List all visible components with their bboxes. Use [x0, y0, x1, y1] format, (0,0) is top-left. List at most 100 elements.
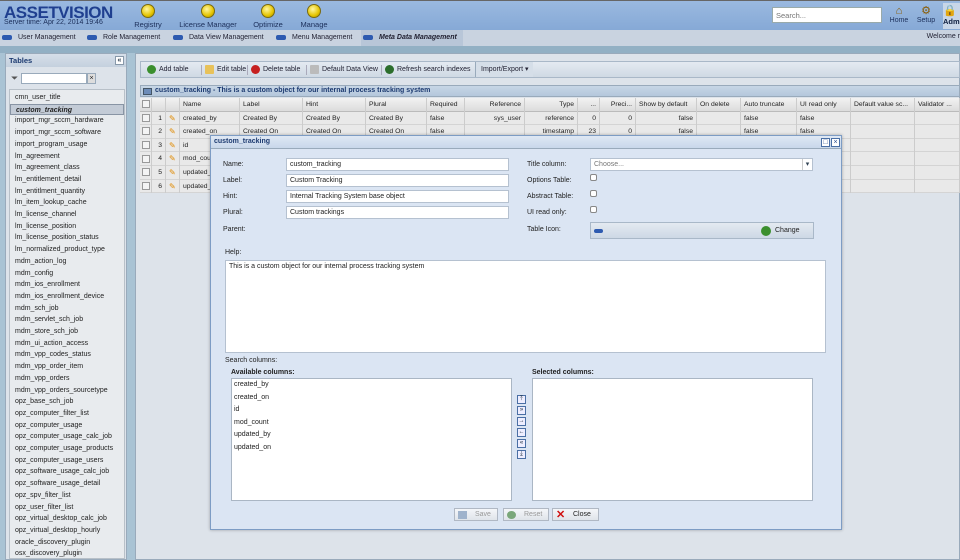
- home-button[interactable]: ⌂ Home: [885, 5, 913, 24]
- column-header[interactable]: Hint: [303, 98, 366, 112]
- move-bottom-icon[interactable]: ⤓: [517, 450, 526, 459]
- table-list-item[interactable]: opz_computer_usage_users: [10, 455, 124, 467]
- table-list-item[interactable]: lm_item_lookup_cache: [10, 197, 124, 209]
- add-table-button[interactable]: Add table: [145, 62, 189, 77]
- table-list-item[interactable]: lm_license_position_status: [10, 232, 124, 244]
- edit-pencil-icon[interactable]: ✎: [169, 141, 176, 150]
- table-list-item[interactable]: opz_software_usage_detail: [10, 478, 124, 490]
- table-list-item[interactable]: osx_discovery_plugin: [10, 548, 124, 558]
- table-list-item[interactable]: mdm_vpp_orders: [10, 373, 124, 385]
- table-list-item[interactable]: import_mgr_sccm_software: [10, 127, 124, 139]
- available-column-item[interactable]: mod_count: [232, 417, 511, 430]
- plural-field[interactable]: Custom trackings: [286, 206, 509, 219]
- table-list-item[interactable]: lm_normalized_product_type: [10, 244, 124, 256]
- table-list-item[interactable]: cmn_user_title: [10, 92, 124, 104]
- move-top-icon[interactable]: ⤒: [517, 395, 526, 404]
- column-header[interactable]: Name: [180, 98, 240, 112]
- nav-registry[interactable]: Registry: [118, 4, 178, 29]
- table-list-item[interactable]: mdm_ios_enrollment: [10, 279, 124, 291]
- title-column-select[interactable]: Choose... ▾: [590, 158, 813, 171]
- table-list-item[interactable]: opz_computer_usage_products: [10, 443, 124, 455]
- tab-menu-management[interactable]: Menu Management: [274, 30, 352, 46]
- table-list-item[interactable]: lm_agreement_class: [10, 162, 124, 174]
- table-list-item[interactable]: opz_spv_filter_list: [10, 490, 124, 502]
- move-all-left-icon[interactable]: «: [517, 439, 526, 448]
- table-list-item[interactable]: opz_software_usage_calc_job: [10, 466, 124, 478]
- table-list-item[interactable]: opz_computer_filter_list: [10, 408, 124, 420]
- nav-license-manager[interactable]: License Manager: [178, 4, 238, 29]
- edit-pencil-icon[interactable]: ✎: [169, 168, 176, 177]
- ui-read-only-checkbox[interactable]: [590, 206, 597, 213]
- hint-field[interactable]: Internal Tracking System base object: [286, 190, 509, 203]
- import-export-menu[interactable]: Import/Export ▾: [475, 62, 534, 77]
- tab-role-management[interactable]: Role Management: [85, 30, 160, 46]
- table-list-item[interactable]: import_mgr_sccm_hardware: [10, 115, 124, 127]
- tab-meta-data-management[interactable]: Meta Data Management: [361, 30, 463, 46]
- edit-table-button[interactable]: Edit table: [203, 62, 246, 77]
- available-column-item[interactable]: id: [232, 404, 511, 417]
- row-checkbox[interactable]: [142, 181, 150, 190]
- table-list-item[interactable]: mdm_vpp_order_item: [10, 361, 124, 373]
- column-header[interactable]: Default value sc...: [851, 98, 915, 112]
- save-button[interactable]: Save: [454, 508, 498, 521]
- column-header[interactable]: ...: [578, 98, 600, 112]
- edit-pencil-icon[interactable]: ✎: [169, 154, 176, 163]
- available-columns-list[interactable]: created_by created_on id mod_count updated_b…: [231, 378, 512, 501]
- edit-pencil-icon[interactable]: ✎: [169, 182, 176, 191]
- table-list-item[interactable]: import_program_usage: [10, 139, 124, 151]
- column-header[interactable]: Plural: [366, 98, 427, 112]
- available-column-item[interactable]: created_by: [232, 379, 511, 392]
- default-data-view-button[interactable]: Default Data View: [308, 62, 378, 77]
- table-list-item[interactable]: mdm_store_sch_job: [10, 326, 124, 338]
- change-icon-button[interactable]: Change: [761, 225, 800, 237]
- search-input[interactable]: [772, 7, 882, 23]
- available-column-item[interactable]: updated_on: [232, 442, 511, 455]
- table-list-item[interactable]: opz_computer_usage_calc_job: [10, 431, 124, 443]
- available-column-item[interactable]: created_on: [232, 392, 511, 405]
- column-header[interactable]: Preci...: [600, 98, 636, 112]
- table-list-item[interactable]: opz_virtual_desktop_hourly: [10, 525, 124, 537]
- close-button[interactable]: ✕ Close: [552, 508, 599, 521]
- available-column-item[interactable]: updated_by: [232, 429, 511, 442]
- table-list-item[interactable]: mdm_ios_enrollment_device: [10, 291, 124, 303]
- move-left-icon[interactable]: ←: [517, 428, 526, 437]
- tab-user-management[interactable]: User Management: [0, 30, 76, 46]
- table-row[interactable]: 1 ✎ created_by Created By Created By Created …: [140, 111, 960, 126]
- options-table-checkbox[interactable]: [590, 174, 597, 181]
- table-list-item[interactable]: lm_agreement: [10, 151, 124, 163]
- selected-columns-list[interactable]: [532, 378, 813, 501]
- table-list-item[interactable]: opz_user_filter_list: [10, 502, 124, 514]
- table-list-item[interactable]: oracle_discovery_plugin: [10, 537, 124, 549]
- table-list-item[interactable]: lm_entitlment_quantity: [10, 186, 124, 198]
- table-list-item[interactable]: mdm_config: [10, 268, 124, 280]
- row-checkbox[interactable]: [142, 113, 150, 122]
- column-header[interactable]: Label: [240, 98, 303, 112]
- table-list-item[interactable]: lm_license_position: [10, 221, 124, 233]
- table-list-item[interactable]: mdm_vpp_codes_status: [10, 349, 124, 361]
- column-header[interactable]: On delete: [697, 98, 741, 112]
- help-textarea[interactable]: This is a custom object for our internal…: [225, 260, 826, 353]
- column-header[interactable]: Type: [525, 98, 578, 112]
- row-checkbox[interactable]: [142, 141, 150, 149]
- column-header[interactable]: UI read only: [797, 98, 851, 112]
- collapse-icon[interactable]: «: [115, 56, 124, 65]
- table-list-item[interactable]: mdm_action_log: [10, 256, 124, 268]
- table-list-item[interactable]: mdm_sch_job: [10, 303, 124, 315]
- name-field[interactable]: custom_tracking: [286, 158, 509, 171]
- select-all-checkbox[interactable]: [142, 100, 150, 109]
- table-list-item[interactable]: mdm_vpp_orders_sourcetype: [10, 385, 124, 397]
- filter-icon[interactable]: ⏷: [11, 73, 18, 84]
- close-icon[interactable]: ×: [831, 138, 840, 147]
- column-header[interactable]: Reference: [465, 98, 525, 112]
- delete-table-button[interactable]: Delete table: [249, 62, 300, 77]
- column-header[interactable]: Required: [427, 98, 465, 112]
- row-checkbox[interactable]: [142, 154, 150, 163]
- edit-pencil-icon[interactable]: ✎: [169, 127, 176, 136]
- table-list-item[interactable]: opz_computer_usage: [10, 420, 124, 432]
- row-checkbox[interactable]: [142, 127, 150, 136]
- edit-pencil-icon[interactable]: ✎: [169, 114, 176, 123]
- maximize-icon[interactable]: □: [821, 138, 830, 147]
- nav-manage[interactable]: Manage: [284, 4, 344, 29]
- column-header[interactable]: Show by default: [636, 98, 697, 112]
- admin-button[interactable]: 🔒 Adm: [943, 3, 960, 29]
